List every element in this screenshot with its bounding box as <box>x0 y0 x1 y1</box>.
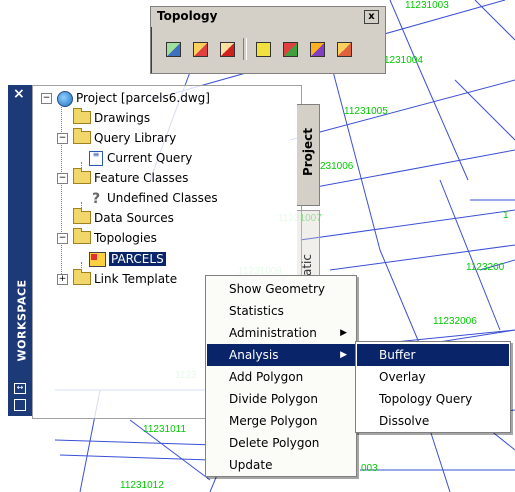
topology-show-icon[interactable] <box>251 37 275 61</box>
parcel-label: 11231012 <box>120 480 164 491</box>
parcel-label: 1123200 <box>466 262 505 273</box>
workspace-title: WORKSPACE <box>15 279 29 362</box>
tree-item-label: Current Query <box>107 151 193 165</box>
menu-item-topology-query[interactable]: Topology Query <box>357 388 509 410</box>
menu-item-delete-polygon[interactable]: Delete Polygon <box>207 432 355 454</box>
tree-item-drawings[interactable]: Drawings <box>73 108 151 127</box>
tree-item-label: Undefined Classes <box>107 191 218 205</box>
collapse-icon[interactable]: − <box>41 93 52 104</box>
tree-item-undefined-classes[interactable]: ? Undefined Classes <box>89 189 218 207</box>
menu-item-label: Statistics <box>229 304 284 318</box>
tree-item-data-sources[interactable]: Data Sources <box>73 208 174 227</box>
menu-item-buffer[interactable]: Buffer <box>357 344 509 366</box>
tree-item-project[interactable]: − Project [parcels6.dwg] <box>41 89 210 107</box>
collapse-icon[interactable]: − <box>57 133 68 144</box>
tree-item-topologies[interactable]: − Topologies <box>57 228 157 247</box>
menu-item-label: Delete Polygon <box>229 436 320 450</box>
tab-label: Project <box>301 127 315 177</box>
menu-item-dissolve[interactable]: Dissolve <box>357 410 509 432</box>
tree-item-parcels[interactable]: PARCELS <box>89 250 166 268</box>
toolbar-titlebar[interactable]: Topology x <box>151 7 385 27</box>
folder-icon <box>73 128 91 144</box>
menu-item-label: Administration <box>229 326 317 340</box>
topology-edit-icon[interactable] <box>188 37 212 61</box>
menu-item-label: Update <box>229 458 273 472</box>
menu-item-label: Show Geometry <box>229 282 326 296</box>
menu-item-administration[interactable]: Administration ▶ <box>207 322 355 344</box>
tree-item-link-templates[interactable]: + Link Template <box>57 269 178 288</box>
tree-item-label: Drawings <box>94 111 151 125</box>
tab-schematic[interactable]: atic <box>297 210 320 282</box>
topology-icon <box>89 252 106 267</box>
toolbar-buttons <box>161 37 359 63</box>
tree-item-label: Topologies <box>94 231 157 245</box>
toolbar-title: Topology <box>157 9 218 23</box>
question-icon: ? <box>91 190 101 207</box>
parcel-label: 11231011 <box>143 424 187 435</box>
toolbar-separator <box>243 38 247 60</box>
context-menu: Show Geometry Statistics Administration ▶… <box>205 275 357 477</box>
tree-item-label: Feature Classes <box>94 171 189 185</box>
menu-item-merge-polygon[interactable]: Merge Polygon <box>207 410 355 432</box>
close-icon[interactable]: x <box>364 10 379 24</box>
folder-icon <box>73 108 91 124</box>
properties-icon[interactable] <box>14 399 26 411</box>
menu-item-label: Overlay <box>379 370 426 384</box>
topology-polygon-icon[interactable] <box>278 37 302 61</box>
collapse-icon[interactable]: − <box>57 233 68 244</box>
tree-item-label: PARCELS <box>109 252 166 266</box>
expand-icon[interactable]: + <box>57 274 68 285</box>
tree-item-query-library[interactable]: − Query Library <box>57 128 177 147</box>
menu-item-label: Add Polygon <box>229 370 304 384</box>
project-icon <box>57 90 73 107</box>
folder-icon <box>73 208 91 224</box>
topology-query-icon[interactable] <box>332 37 356 61</box>
topology-network-icon[interactable] <box>305 37 329 61</box>
parcel-label: 003 <box>361 463 378 474</box>
autohide-icon[interactable]: ↔ <box>14 383 26 394</box>
tree-item-label: Data Sources <box>94 211 174 225</box>
folder-icon <box>73 269 91 285</box>
menu-item-update[interactable]: Update <box>207 454 355 476</box>
menu-item-label: Dissolve <box>379 414 430 428</box>
topology-delete-icon[interactable] <box>215 37 239 61</box>
parcel-label: 231006 <box>320 161 354 172</box>
parcel-label: 1 <box>503 210 509 221</box>
menu-item-show-geometry[interactable]: Show Geometry <box>207 278 355 300</box>
menu-item-divide-polygon[interactable]: Divide Polygon <box>207 388 355 410</box>
submenu-arrow-icon: ▶ <box>340 328 347 338</box>
parcel-label: 11231005 <box>344 106 388 117</box>
folder-icon <box>73 228 91 244</box>
close-icon[interactable]: × <box>13 86 25 102</box>
tree-item-label: Query Library <box>94 131 177 145</box>
parcel-label: 11231003 <box>405 0 449 11</box>
topology-toolbar[interactable]: Topology x <box>150 6 386 74</box>
tree-item-feature-classes[interactable]: − Feature Classes <box>57 168 189 187</box>
menu-item-add-polygon[interactable]: Add Polygon <box>207 366 355 388</box>
menu-item-label: Buffer <box>379 348 416 362</box>
tree-item-label: Project [parcels6.dwg] <box>76 91 210 105</box>
parcel-label: 11232006 <box>433 316 477 327</box>
tree-item-label: Link Template <box>94 272 178 286</box>
collapse-icon[interactable]: − <box>57 173 68 184</box>
menu-item-label: Divide Polygon <box>229 392 318 406</box>
menu-item-analysis[interactable]: Analysis ▶ <box>207 344 355 366</box>
menu-item-statistics[interactable]: Statistics <box>207 300 355 322</box>
query-icon: ≡ <box>89 151 103 166</box>
menu-item-label: Analysis <box>229 348 279 362</box>
folder-icon <box>73 168 91 184</box>
workspace-titlebar[interactable]: × WORKSPACE ↔ <box>8 85 32 416</box>
menu-item-label: Merge Polygon <box>229 414 318 428</box>
tree-item-current-query[interactable]: ≡ Current Query <box>89 149 192 167</box>
tab-project[interactable]: Project <box>297 104 320 206</box>
parcel-label: 1231004 <box>384 55 423 66</box>
tab-label: atic <box>300 254 314 276</box>
menu-item-overlay[interactable]: Overlay <box>357 366 509 388</box>
menu-item-label: Topology Query <box>379 392 473 406</box>
analysis-submenu: Buffer Overlay Topology Query Dissolve <box>355 341 511 433</box>
submenu-arrow-icon: ▶ <box>340 350 347 360</box>
topology-new-icon[interactable] <box>161 37 185 61</box>
